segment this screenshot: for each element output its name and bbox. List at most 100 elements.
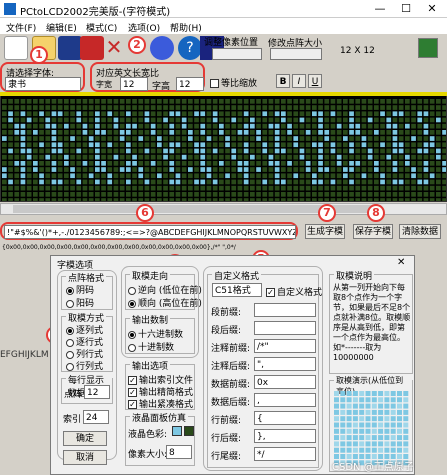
underline-button[interactable]: U: [308, 74, 322, 88]
custom-row-input[interactable]: /*": [254, 339, 316, 353]
dot-cell: [336, 123, 342, 129]
dot-cell: [57, 142, 63, 148]
dot-cell: [107, 130, 113, 135]
explain-label: 取模说明: [334, 269, 375, 282]
dot-cell: [386, 123, 392, 129]
dot-cell: [312, 130, 317, 135]
toolbar: ✕ ? 调整像素位置 修改点阵大小 12 X 12: [0, 34, 447, 62]
lcd-pixel-select[interactable]: 8: [166, 445, 192, 459]
radio-yang[interactable]: 阳码: [66, 296, 94, 309]
radio-row-col[interactable]: 行列式: [66, 359, 103, 372]
height-select[interactable]: 12: [176, 77, 204, 91]
index-select[interactable]: 24: [83, 410, 109, 424]
cancel-button[interactable]: 取消: [63, 450, 107, 465]
lcd-color-swatch-bg[interactable]: [184, 426, 194, 436]
dot-cell: [33, 130, 38, 135]
dot-cell: [8, 130, 13, 135]
preview-cell: [346, 441, 352, 447]
preview-cell: [390, 409, 396, 415]
minimize-button[interactable]: —: [367, 1, 393, 17]
dot-cell: [417, 179, 423, 185]
dot-cell: [163, 148, 168, 154]
font-options-dialog: 字模选项 ✕ 点阵格式 阴码 阳码 取模方式 逐列式 逐行式 列行式 行列式 每…: [50, 255, 415, 475]
dot-cell: [57, 179, 63, 185]
dot-cell: [82, 105, 88, 110]
dot-cell: [281, 99, 286, 104]
dot-cell: [355, 198, 361, 201]
dot-cell: [436, 173, 441, 179]
preview-cell: [352, 422, 358, 428]
dot-cell: [367, 105, 373, 110]
dot-cell: [374, 185, 379, 191]
dot-cell: [231, 192, 237, 197]
bold-button[interactable]: B: [276, 74, 290, 88]
dot-cell: [26, 185, 32, 191]
format-select[interactable]: C51格式: [212, 283, 262, 297]
chk-tight[interactable]: ✓ 输出紧凑格式: [128, 397, 193, 410]
dot-cell: [157, 167, 162, 172]
dot-cell: [429, 185, 435, 191]
preview-cell: [359, 447, 365, 453]
radio-hex[interactable]: 十六进制数: [128, 327, 183, 340]
close-button[interactable]: ✕: [419, 1, 445, 17]
dot-cell: [299, 111, 305, 117]
custom-row-input[interactable]: [254, 321, 316, 335]
save-disk-icon[interactable]: [58, 36, 82, 60]
preview-cell: [384, 447, 390, 453]
dot-per-line-select[interactable]: 12: [84, 385, 110, 399]
dot-cell: [51, 161, 57, 166]
dot-cell: [274, 179, 280, 185]
options-gear-icon[interactable]: [150, 36, 174, 60]
new-file-icon[interactable]: [4, 36, 28, 60]
custom-row-input[interactable]: },: [254, 429, 316, 443]
dot-cell: [20, 111, 26, 117]
menu-file[interactable]: 文件(F): [6, 21, 36, 34]
custom-row-input[interactable]: ",: [254, 357, 316, 371]
custom-row-input[interactable]: {: [254, 411, 316, 425]
font-select[interactable]: 隶书: [5, 77, 81, 91]
custom-row-input[interactable]: 0x: [254, 375, 316, 389]
settings-gear-icon[interactable]: [80, 36, 104, 60]
dot-cell: [157, 111, 162, 117]
lcd-color-swatch-fg[interactable]: [172, 426, 182, 436]
width-select[interactable]: 12: [120, 77, 148, 91]
dot-cell: [243, 136, 249, 141]
dot-cell: [274, 161, 280, 166]
menu-mode[interactable]: 模式(C): [86, 21, 117, 34]
radio-dec[interactable]: 十进制数: [128, 340, 174, 353]
custom-format-checkbox[interactable]: ✓ 自定义格式: [266, 285, 322, 298]
radio-yin[interactable]: 阴码: [66, 283, 94, 296]
save-font-button[interactable]: 保存字模: [353, 224, 393, 239]
add-icon[interactable]: [418, 38, 438, 58]
ok-button[interactable]: 确定: [63, 431, 107, 446]
radio-forward[interactable]: 顺向 (高位在前): [128, 296, 202, 309]
italic-button[interactable]: I: [292, 74, 306, 88]
menu-help[interactable]: 帮助(H): [170, 21, 202, 34]
dot-cell: [212, 185, 218, 191]
dot-cell: [281, 123, 286, 129]
generate-button[interactable]: 生成字模: [305, 224, 345, 239]
char-input[interactable]: !"#$%&'()*+,-./0123456789:;<=>?@ABCDEFGH…: [4, 225, 296, 239]
dot-cell: [194, 179, 199, 185]
menu-edit[interactable]: 编辑(E): [46, 21, 77, 34]
radio-reverse[interactable]: 逆向 (低位在前): [128, 283, 202, 296]
menu-options[interactable]: 选项(O): [128, 21, 160, 34]
size-arrow-pad[interactable]: [270, 48, 322, 60]
dot-cell: [287, 105, 292, 110]
dialog-close-button[interactable]: ✕: [397, 257, 405, 268]
maximize-button[interactable]: ☐: [393, 1, 419, 17]
delete-x-icon[interactable]: ✕: [102, 36, 126, 60]
dot-cell: [250, 148, 255, 154]
dot-cell: [39, 105, 44, 110]
dot-cell: [299, 130, 305, 135]
clear-button[interactable]: 清除数据: [399, 224, 441, 239]
dot-cell: [324, 111, 330, 117]
arrow-pad[interactable]: [212, 48, 262, 60]
custom-row-input[interactable]: */: [254, 447, 316, 461]
dot-cell: [82, 99, 88, 104]
dot-cell: [367, 111, 373, 117]
custom-row-input[interactable]: ,: [254, 393, 316, 407]
custom-row-input[interactable]: [254, 303, 316, 317]
help-icon[interactable]: ?: [178, 36, 202, 60]
scale-checkbox[interactable]: 等比缩放: [210, 76, 257, 89]
